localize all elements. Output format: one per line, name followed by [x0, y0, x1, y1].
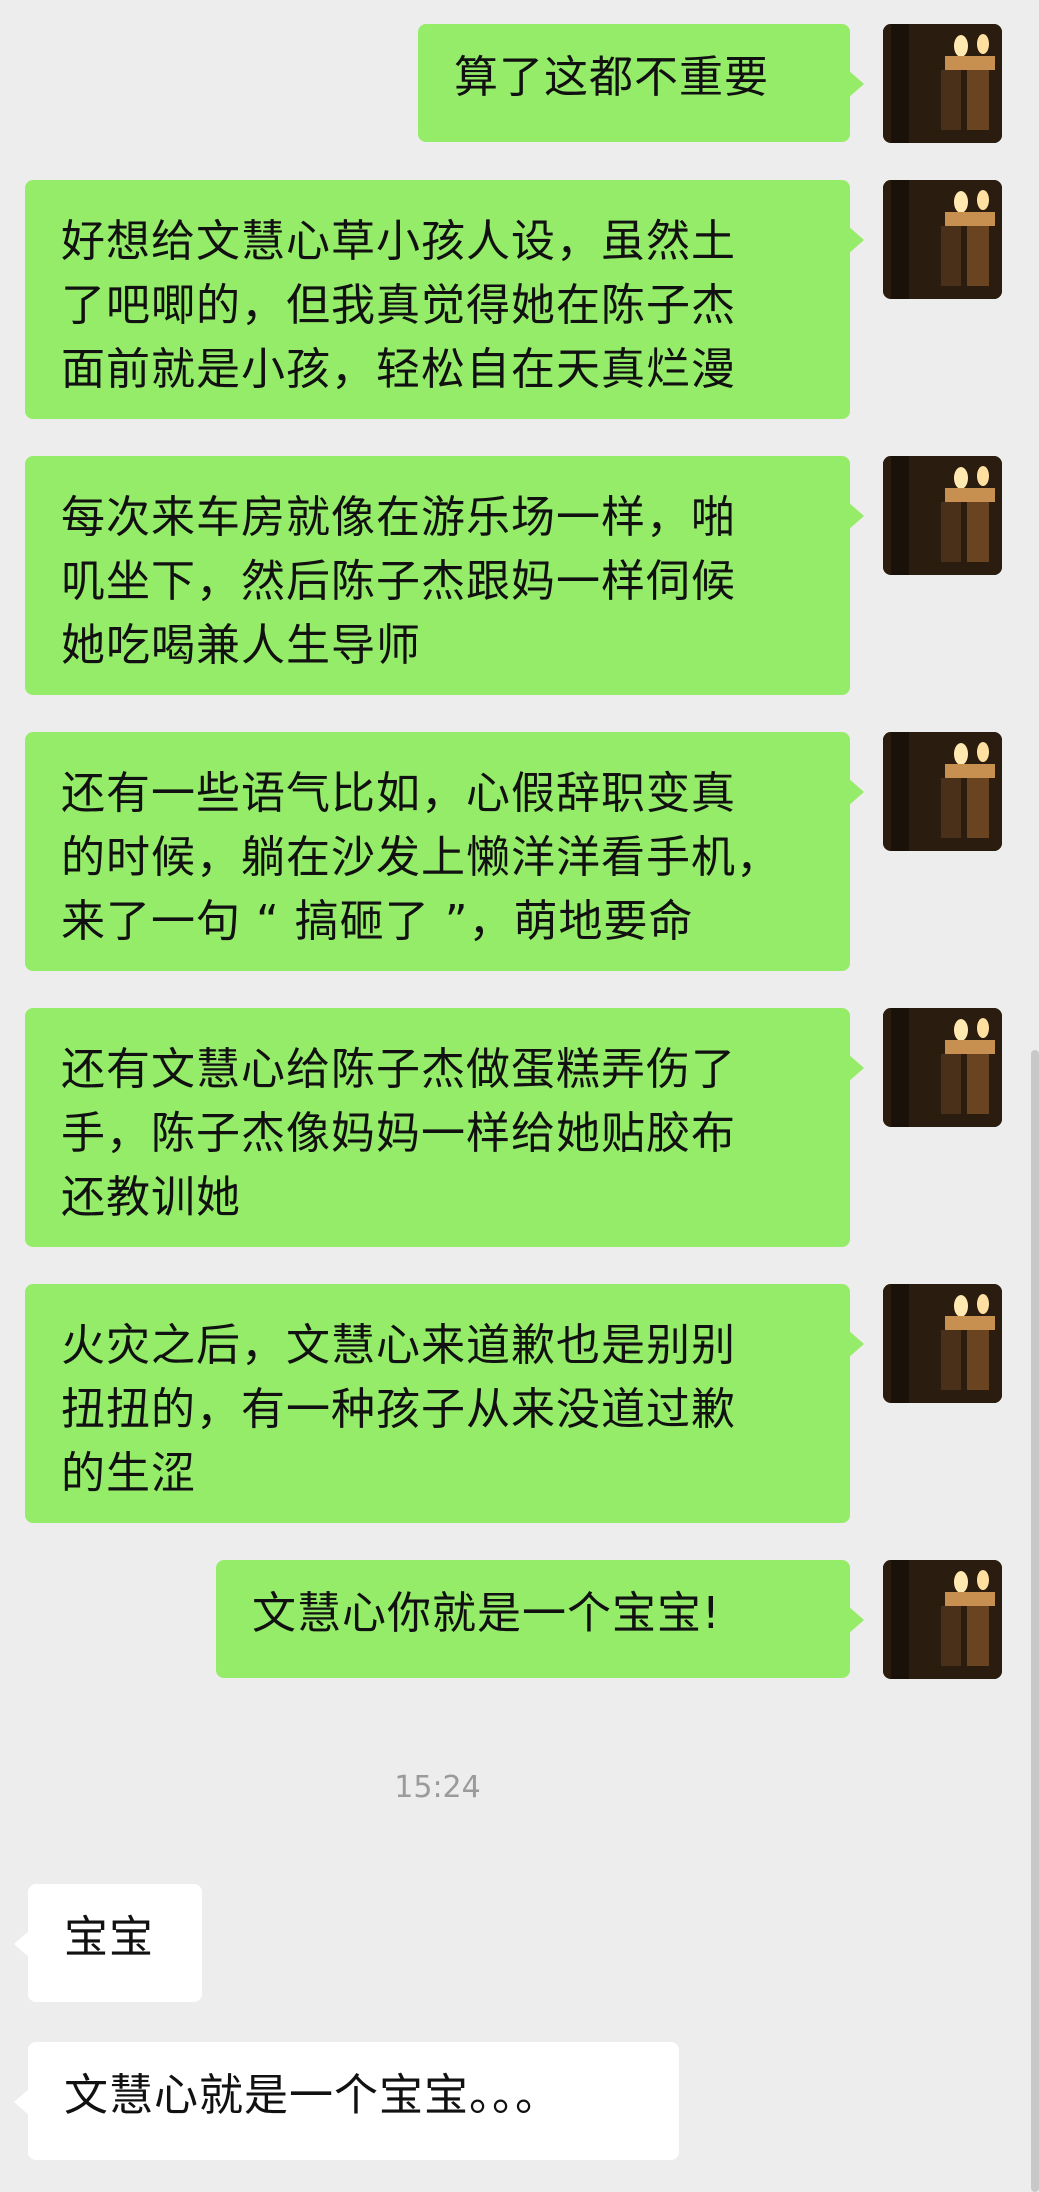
candle-photo-avatar-icon	[883, 732, 1002, 851]
message-bubble-outgoing[interactable]: 好想给文慧心草小孩人设，虽然土 了吧唧的，但我真觉得她在陈子杰 面前就是小孩，轻…	[25, 180, 864, 419]
my-avatar[interactable]	[883, 24, 1002, 143]
my-avatar[interactable]	[883, 180, 1002, 299]
my-avatar[interactable]	[883, 1008, 1002, 1127]
message-bubble-incoming[interactable]: 文慧心就是一个宝宝。。。	[14, 2042, 679, 2160]
message-bubble-outgoing[interactable]: 火灾之后，文慧心来道歉也是别别 扭扭的，有一种孩子从来没道过歉 的生涩	[25, 1284, 864, 1523]
chat-area[interactable]: 算了这都不重要 好想给文慧心草小孩人设，虽然土 了吧唧的，但我真觉得她在陈子杰 …	[0, 0, 1039, 2192]
message-text: 扭扭的，有一种孩子从来没道过歉	[61, 1384, 736, 1435]
message-text: 好想给文慧心草小孩人设，虽然土	[61, 216, 736, 267]
my-avatar[interactable]	[883, 456, 1002, 575]
message-text: 来了一句 “ 搞砸了 ”，萌地要命	[61, 896, 694, 947]
candle-photo-avatar-icon	[883, 1560, 1002, 1679]
message-text: 的时候，躺在沙发上懒洋洋看手机，	[61, 832, 781, 883]
message-bubble-outgoing[interactable]: 文慧心你就是一个宝宝!	[216, 1560, 864, 1678]
message-text: 文慧心就是一个宝宝。。。	[64, 2070, 560, 2121]
candle-photo-avatar-icon	[883, 24, 1002, 143]
message-text: 面前就是小孩，轻松自在天真烂漫	[61, 344, 736, 395]
message-text: 手，陈子杰像妈妈一样给她贴胶布	[61, 1108, 736, 1159]
scrollbar[interactable]	[1031, 1050, 1039, 2192]
message-text: 还有一些语气比如，心假辞职变真	[61, 768, 736, 819]
message-text: 火灾之后，文慧心来道歉也是别别	[61, 1320, 736, 1371]
message-text: 她吃喝兼人生导师	[61, 620, 421, 671]
my-avatar[interactable]	[883, 1560, 1002, 1679]
message-text: 还有文慧心给陈子杰做蛋糕弄伤了	[61, 1044, 736, 1095]
message-text: 的生涩	[61, 1448, 196, 1499]
message-text: 宝宝	[64, 1912, 154, 1963]
message-text: 叽坐下，然后陈子杰跟妈一样伺候	[61, 556, 736, 607]
message-text: 还教训她	[61, 1172, 241, 1223]
message-text: 文慧心你就是一个宝宝!	[252, 1588, 721, 1639]
candle-photo-avatar-icon	[883, 456, 1002, 575]
message-bubble-outgoing[interactable]: 算了这都不重要	[418, 24, 864, 142]
message-bubble-incoming[interactable]: 宝宝	[14, 1884, 202, 2002]
message-bubble-outgoing[interactable]: 每次来车房就像在游乐场一样，啪 叽坐下，然后陈子杰跟妈一样伺候 她吃喝兼人生导师	[25, 456, 864, 695]
candle-photo-avatar-icon	[883, 1284, 1002, 1403]
candle-photo-avatar-icon	[883, 1008, 1002, 1127]
message-text: 每次来车房就像在游乐场一样，啪	[61, 492, 736, 543]
my-avatar[interactable]	[883, 1284, 1002, 1403]
message-bubble-outgoing[interactable]: 还有文慧心给陈子杰做蛋糕弄伤了 手，陈子杰像妈妈一样给她贴胶布 还教训她	[25, 1008, 864, 1247]
message-bubble-outgoing[interactable]: 还有一些语气比如，心假辞职变真 的时候，躺在沙发上懒洋洋看手机， 来了一句 “ …	[25, 732, 864, 971]
message-text: 了吧唧的，但我真觉得她在陈子杰	[61, 280, 736, 331]
message-text: 算了这都不重要	[454, 52, 769, 103]
timestamp: 15:24	[394, 1770, 481, 1805]
my-avatar[interactable]	[883, 732, 1002, 851]
candle-photo-avatar-icon	[883, 180, 1002, 299]
